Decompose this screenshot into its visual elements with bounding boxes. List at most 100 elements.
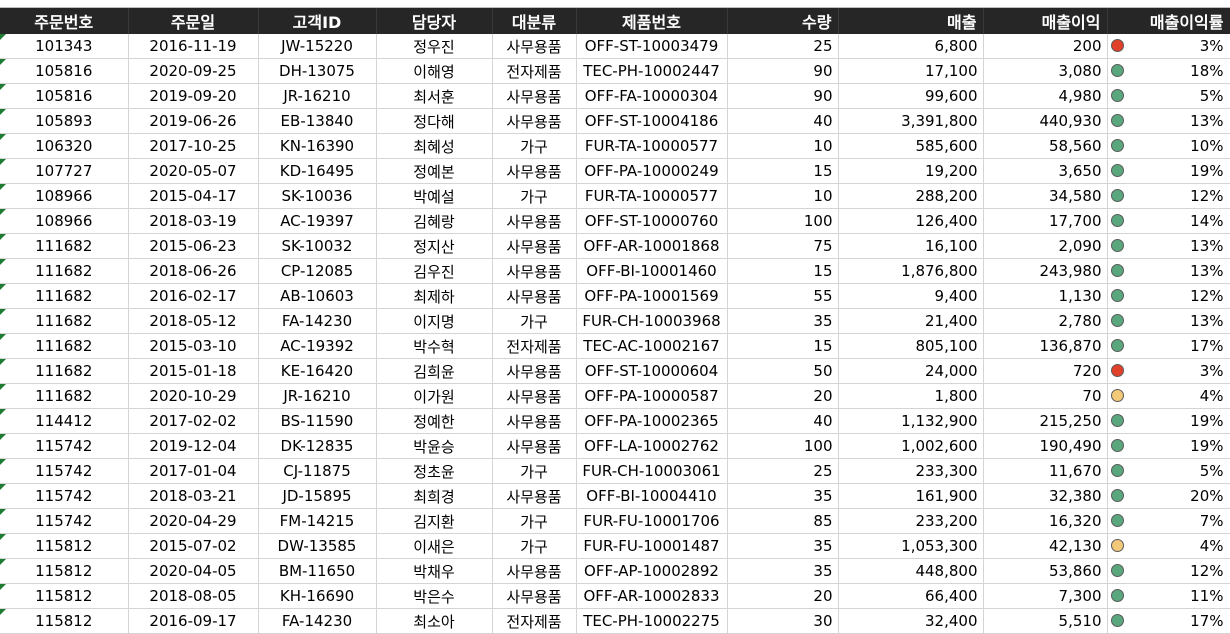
cell-order-id[interactable]: 111682 — [0, 233, 129, 259]
header-product-id[interactable]: 제품번호 — [576, 8, 728, 34]
cell-sales[interactable]: 1,800 — [838, 383, 984, 409]
cell-profit[interactable]: 1,130 — [983, 283, 1108, 309]
cell-product-id[interactable]: FUR-TA-10000577 — [576, 183, 728, 209]
cell-customer-id[interactable]: EB-13840 — [258, 108, 377, 134]
cell-order-id[interactable]: 115812 — [0, 533, 129, 559]
cell-quantity[interactable]: 35 — [727, 533, 839, 559]
cell-quantity[interactable]: 90 — [727, 58, 839, 84]
cell-order-id[interactable]: 115742 — [0, 458, 129, 484]
cell-order-id[interactable]: 115742 — [0, 433, 129, 459]
cell-product-id[interactable]: TEC-AC-10002167 — [576, 333, 728, 359]
cell-order-date[interactable]: 2019-06-26 — [128, 108, 259, 134]
cell-customer-id[interactable]: DK-12835 — [258, 433, 377, 459]
cell-sales[interactable]: 19,200 — [838, 158, 984, 184]
cell-customer-id[interactable]: DW-13585 — [258, 533, 377, 559]
cell-category[interactable]: 가구 — [492, 458, 577, 484]
cell-quantity[interactable]: 35 — [727, 558, 839, 584]
cell-order-id[interactable]: 111682 — [0, 333, 129, 359]
cell-order-id[interactable]: 115742 — [0, 508, 129, 534]
cell-customer-id[interactable]: AC-19397 — [258, 208, 377, 234]
cell-category[interactable]: 사무용품 — [492, 208, 577, 234]
cell-profit-rate[interactable]: 11% — [1107, 583, 1230, 609]
cell-profit-rate[interactable]: 20% — [1107, 483, 1230, 509]
cell-product-id[interactable]: OFF-ST-10000604 — [576, 358, 728, 384]
cell-manager[interactable]: 김희윤 — [376, 358, 493, 384]
cell-category[interactable]: 사무용품 — [492, 583, 577, 609]
cell-profit[interactable]: 190,490 — [983, 433, 1108, 459]
cell-quantity[interactable]: 15 — [727, 158, 839, 184]
cell-order-date[interactable]: 2016-02-17 — [128, 283, 259, 309]
cell-profit[interactable]: 2,780 — [983, 308, 1108, 334]
cell-profit-rate[interactable]: 5% — [1107, 458, 1230, 484]
cell-order-date[interactable]: 2018-03-19 — [128, 208, 259, 234]
cell-order-id[interactable]: 107727 — [0, 158, 129, 184]
cell-manager[interactable]: 정예본 — [376, 158, 493, 184]
cell-profit[interactable]: 16,320 — [983, 508, 1108, 534]
cell-order-date[interactable]: 2015-06-23 — [128, 233, 259, 259]
cell-sales[interactable]: 32,400 — [838, 608, 984, 634]
cell-product-id[interactable]: FUR-FU-10001487 — [576, 533, 728, 559]
cell-order-date[interactable]: 2016-09-17 — [128, 608, 259, 634]
cell-quantity[interactable]: 25 — [727, 34, 839, 59]
cell-quantity[interactable]: 55 — [727, 283, 839, 309]
cell-category[interactable]: 가구 — [492, 533, 577, 559]
cell-manager[interactable]: 박은수 — [376, 583, 493, 609]
cell-quantity[interactable]: 15 — [727, 258, 839, 284]
cell-order-date[interactable]: 2017-10-25 — [128, 133, 259, 159]
cell-customer-id[interactable]: JR-16210 — [258, 383, 377, 409]
cell-manager[interactable]: 김우진 — [376, 258, 493, 284]
cell-profit[interactable]: 215,250 — [983, 408, 1108, 434]
cell-manager[interactable]: 최혜성 — [376, 133, 493, 159]
cell-manager[interactable]: 정다해 — [376, 108, 493, 134]
cell-sales[interactable]: 6,800 — [838, 34, 984, 59]
cell-category[interactable]: 사무용품 — [492, 34, 577, 59]
cell-category[interactable]: 사무용품 — [492, 358, 577, 384]
cell-manager[interactable]: 이지명 — [376, 308, 493, 334]
cell-product-id[interactable]: OFF-ST-10004186 — [576, 108, 728, 134]
cell-quantity[interactable]: 50 — [727, 358, 839, 384]
header-profit[interactable]: 매출이익 — [983, 8, 1108, 34]
cell-category[interactable]: 사무용품 — [492, 558, 577, 584]
cell-manager[interactable]: 박수혁 — [376, 333, 493, 359]
cell-customer-id[interactable]: FA-14230 — [258, 308, 377, 334]
cell-order-id[interactable]: 108966 — [0, 208, 129, 234]
cell-category[interactable]: 전자제품 — [492, 58, 577, 84]
cell-sales[interactable]: 1,132,900 — [838, 408, 984, 434]
cell-sales[interactable]: 66,400 — [838, 583, 984, 609]
cell-quantity[interactable]: 20 — [727, 383, 839, 409]
cell-order-date[interactable]: 2020-10-29 — [128, 383, 259, 409]
cell-manager[interactable]: 정예한 — [376, 408, 493, 434]
cell-profit[interactable]: 2,090 — [983, 233, 1108, 259]
cell-order-date[interactable]: 2018-08-05 — [128, 583, 259, 609]
cell-category[interactable]: 사무용품 — [492, 258, 577, 284]
cell-quantity[interactable]: 40 — [727, 108, 839, 134]
cell-sales[interactable]: 805,100 — [838, 333, 984, 359]
cell-order-date[interactable]: 2019-12-04 — [128, 433, 259, 459]
cell-quantity[interactable]: 100 — [727, 433, 839, 459]
cell-quantity[interactable]: 40 — [727, 408, 839, 434]
cell-sales[interactable]: 24,000 — [838, 358, 984, 384]
cell-order-id[interactable]: 111682 — [0, 308, 129, 334]
cell-profit[interactable]: 17,700 — [983, 208, 1108, 234]
cell-product-id[interactable]: TEC-PH-10002275 — [576, 608, 728, 634]
cell-category[interactable]: 사무용품 — [492, 408, 577, 434]
cell-sales[interactable]: 99,600 — [838, 83, 984, 109]
cell-order-date[interactable]: 2019-09-20 — [128, 83, 259, 109]
cell-profit-rate[interactable]: 18% — [1107, 58, 1230, 84]
cell-order-date[interactable]: 2017-01-04 — [128, 458, 259, 484]
cell-order-date[interactable]: 2015-07-02 — [128, 533, 259, 559]
cell-manager[interactable]: 정지산 — [376, 233, 493, 259]
cell-profit[interactable]: 11,670 — [983, 458, 1108, 484]
cell-quantity[interactable]: 85 — [727, 508, 839, 534]
cell-profit-rate[interactable]: 13% — [1107, 233, 1230, 259]
cell-product-id[interactable]: OFF-BI-10001460 — [576, 258, 728, 284]
cell-order-date[interactable]: 2020-05-07 — [128, 158, 259, 184]
cell-sales[interactable]: 21,400 — [838, 308, 984, 334]
cell-category[interactable]: 사무용품 — [492, 383, 577, 409]
cell-profit[interactable]: 136,870 — [983, 333, 1108, 359]
cell-quantity[interactable]: 15 — [727, 333, 839, 359]
cell-customer-id[interactable]: AC-19392 — [258, 333, 377, 359]
cell-customer-id[interactable]: DH-13075 — [258, 58, 377, 84]
cell-manager[interactable]: 이새은 — [376, 533, 493, 559]
cell-quantity[interactable]: 10 — [727, 133, 839, 159]
